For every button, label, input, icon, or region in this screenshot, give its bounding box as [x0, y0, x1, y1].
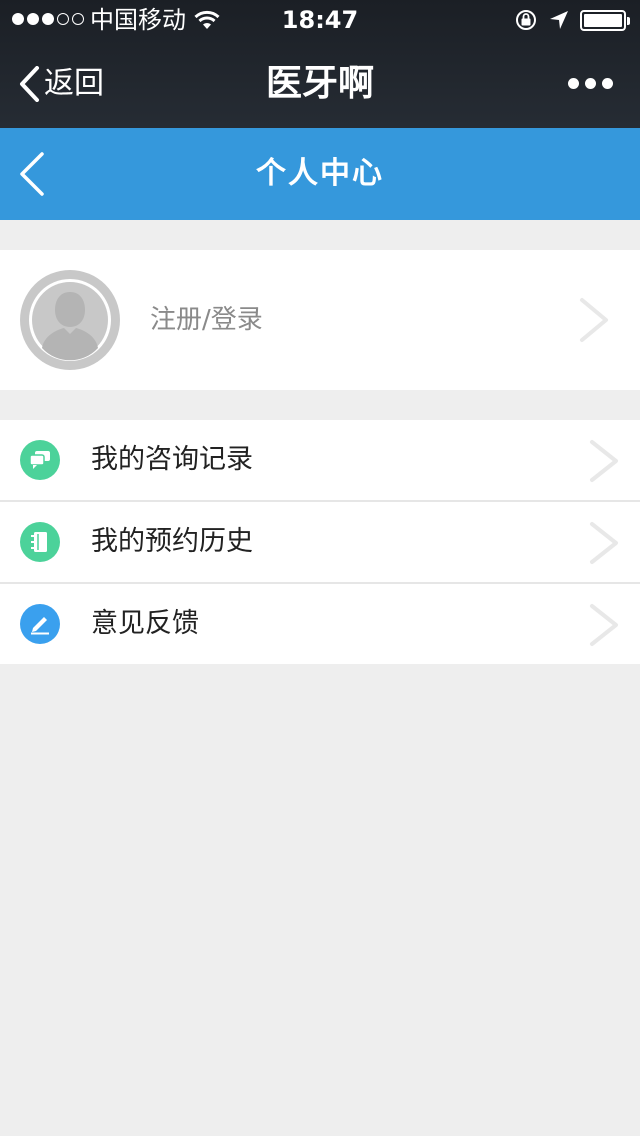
- menu-item-label: 我的咨询记录: [91, 444, 253, 475]
- chevron-right-icon: [590, 440, 618, 482]
- more-dot-icon: [585, 78, 596, 89]
- top-bar: 中国移动 18:47 返回 医牙啊: [0, 0, 640, 128]
- status-bar: 中国移动 18:47: [0, 0, 640, 40]
- chevron-right-icon: [580, 298, 608, 342]
- menu-item-consult-records[interactable]: 我的咨询记录: [0, 420, 640, 502]
- page-title: 个人中心: [256, 156, 384, 191]
- menu-item-label: 意见反馈: [91, 608, 199, 639]
- menu-item-feedback[interactable]: 意见反馈: [0, 584, 640, 664]
- default-avatar-icon: [29, 279, 111, 361]
- more-dot-icon: [602, 78, 613, 89]
- more-options-button[interactable]: [568, 78, 613, 89]
- wechat-nav-bar: 返回 医牙啊: [0, 40, 640, 128]
- notebook-icon: [20, 522, 60, 562]
- pencil-icon: [20, 604, 60, 644]
- chevron-right-icon: [590, 522, 618, 564]
- wechat-title: 医牙啊: [265, 63, 374, 104]
- rotation-lock-icon: [516, 10, 536, 30]
- avatar: [20, 270, 120, 370]
- page-header: 个人中心: [0, 128, 640, 220]
- menu-item-appointment-history[interactable]: 我的预约历史: [0, 502, 640, 584]
- chat-icon: [20, 440, 60, 480]
- chevron-right-icon: [590, 604, 618, 646]
- status-time: 18:47: [281, 6, 359, 34]
- login-register-label: 注册/登录: [150, 305, 263, 335]
- more-dot-icon: [568, 78, 579, 89]
- profile-login-row[interactable]: 注册/登录: [0, 250, 640, 390]
- menu-item-label: 我的预约历史: [91, 526, 253, 557]
- battery-icon: [580, 10, 630, 31]
- menu-list: 我的咨询记录 我的预约历史 意见反馈: [0, 420, 640, 664]
- location-arrow-icon: [550, 11, 568, 29]
